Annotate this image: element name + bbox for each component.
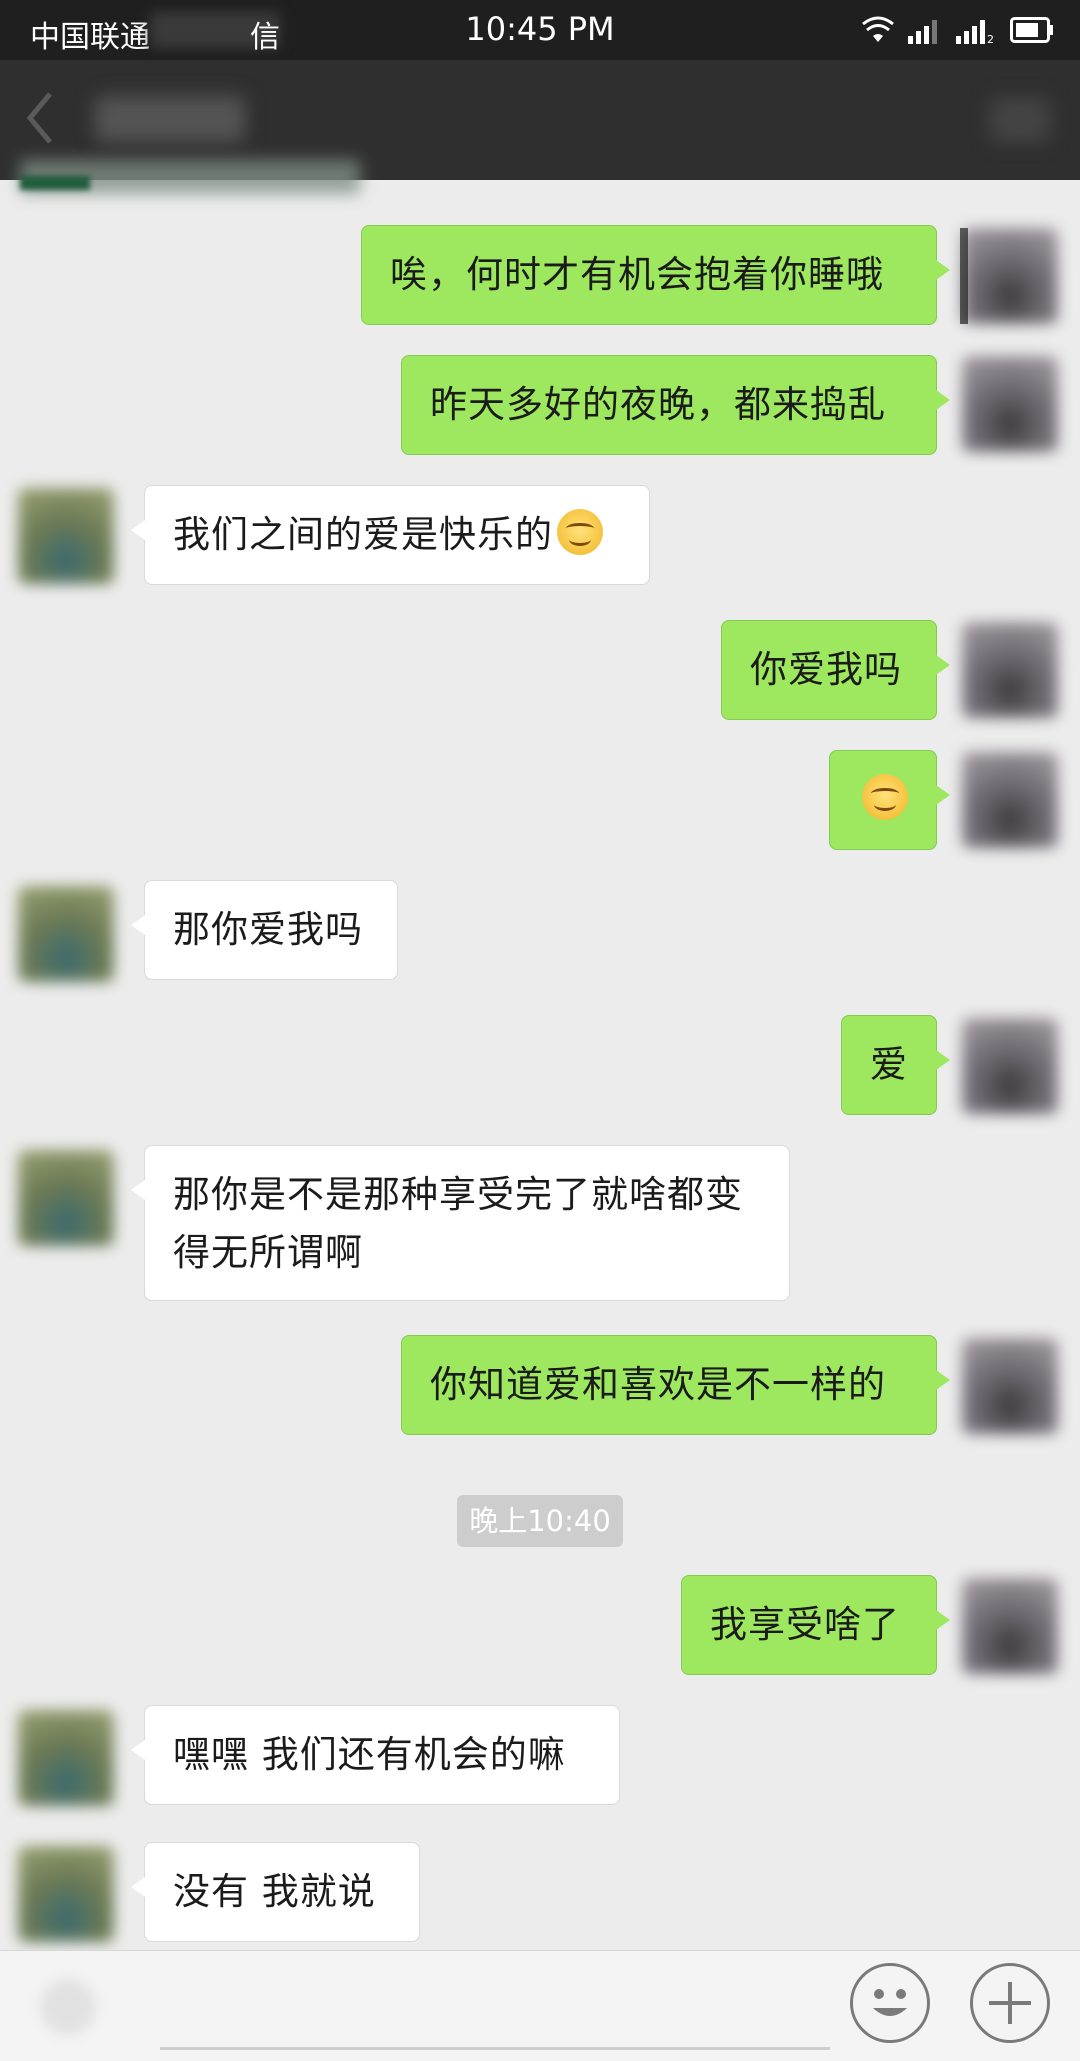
voice-toggle-blurred[interactable]: [40, 1979, 96, 2035]
signal-2-icon: 2: [956, 20, 994, 44]
message-bubble-other[interactable]: 那你是不是那种享受完了就啥都变 得无所谓啊: [131, 1145, 790, 1301]
emoji-face-icon[interactable]: [850, 1963, 930, 2043]
message-timestamp: 晚上10:40: [457, 1495, 623, 1547]
my-avatar[interactable]: [962, 1578, 1058, 1674]
my-avatar[interactable]: [962, 752, 1058, 848]
message-text: 我们之间的爱是快乐的: [173, 513, 553, 556]
avatar-edge: [960, 228, 968, 324]
message-bubble-other[interactable]: 我们之间的爱是快乐的: [131, 485, 650, 585]
message-text: 我享受啥了: [710, 1603, 900, 1646]
my-avatar[interactable]: [962, 228, 1058, 324]
message-text: 爱: [870, 1043, 908, 1086]
message-text: 那你爱我吗: [173, 908, 363, 951]
message-bubble-me[interactable]: 昨天多好的夜晚，都来捣乱: [401, 355, 950, 455]
message-bubble-me[interactable]: 你爱我吗: [721, 620, 950, 720]
status-bar: 中国联通 信 10:45 PM 2: [0, 0, 1080, 60]
chat-message-list[interactable]: 唉，何时才有机会抱着你睡哦 昨天多好的夜晚，都来捣乱 我们之间的爱是快乐的 你爱…: [0, 180, 1080, 1950]
message-text-line-1: 那你是不是那种享受完了就啥都变: [173, 1173, 743, 1216]
message-text: 昨天多好的夜晚，都来捣乱: [430, 383, 886, 426]
smile-emoji-icon: [862, 774, 908, 820]
my-avatar[interactable]: [962, 1018, 1058, 1114]
my-avatar[interactable]: [962, 622, 1058, 718]
plus-icon[interactable]: [970, 1963, 1050, 2043]
emoji-face-glyph: [873, 1989, 907, 2016]
contact-avatar[interactable]: [18, 1710, 114, 1806]
message-text: 你知道爱和喜欢是不一样的: [430, 1363, 886, 1406]
message-bubble-me[interactable]: [829, 750, 950, 850]
smile-emoji-icon: [557, 509, 603, 555]
plus-glyph: [989, 1982, 1031, 2024]
chevron-left-icon[interactable]: [24, 90, 54, 146]
message-bubble-me[interactable]: 唉，何时才有机会抱着你睡哦: [361, 225, 950, 325]
message-text-line-2: 得无所谓啊: [173, 1231, 363, 1274]
profile-button-blurred[interactable]: [990, 98, 1050, 142]
message-text: 唉，何时才有机会抱着你睡哦: [390, 253, 884, 296]
message-bubble-other[interactable]: 没有 我就说: [131, 1842, 420, 1942]
input-bar: [0, 1950, 1080, 2061]
my-avatar[interactable]: [962, 1338, 1058, 1434]
status-icons: 2: [862, 14, 1054, 46]
svg-text:2: 2: [987, 33, 994, 44]
contact-avatar[interactable]: [18, 488, 114, 584]
message-text: 没有 我就说: [173, 1870, 376, 1913]
signal-icon: [908, 20, 937, 44]
contact-avatar[interactable]: [18, 886, 114, 982]
message-bubble-me[interactable]: 爱: [841, 1015, 950, 1115]
my-avatar[interactable]: [962, 356, 1058, 452]
contact-avatar[interactable]: [18, 1846, 114, 1942]
message-bubble-me[interactable]: 我享受啥了: [681, 1575, 950, 1675]
message-text: 你爱我吗: [750, 648, 902, 691]
message-input[interactable]: [160, 2047, 830, 2050]
message-bubble-me[interactable]: 你知道爱和喜欢是不一样的: [401, 1335, 950, 1435]
contact-name-blurred: [95, 96, 245, 142]
wifi-icon: [862, 16, 894, 42]
contact-avatar[interactable]: [18, 1150, 114, 1246]
message-bubble-other[interactable]: 嘿嘿 我们还有机会的嘛: [131, 1705, 620, 1805]
message-bubble-other[interactable]: 那你爱我吗: [131, 880, 398, 980]
battery-icon: [1010, 17, 1053, 43]
message-text: 嘿嘿 我们还有机会的嘛: [173, 1733, 566, 1776]
